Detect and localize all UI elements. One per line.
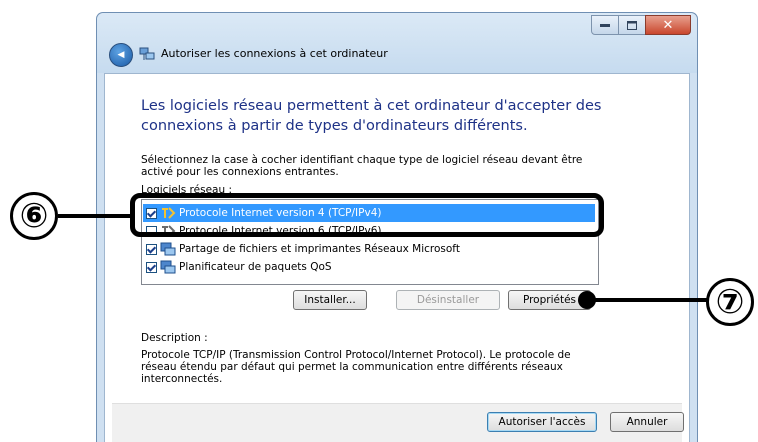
close-icon: ✕	[662, 17, 674, 33]
description-text: Protocole TCP/IP (Transmission Control P…	[141, 349, 571, 385]
maximize-button[interactable]	[618, 15, 646, 35]
network-icon	[139, 47, 155, 60]
close-button[interactable]: ✕	[645, 15, 691, 35]
step-6-marker: ⑥	[10, 192, 58, 240]
network-service-icon	[160, 260, 176, 274]
network-service-icon	[160, 242, 176, 256]
window-controls: ✕	[591, 15, 691, 35]
minimize-icon	[600, 24, 610, 27]
dialog-footer: Autoriser l'accès Annuler	[112, 403, 684, 442]
checkbox[interactable]	[146, 261, 157, 273]
list-item[interactable]: Partage de fichiers et imprimantes Résea…	[143, 240, 595, 258]
back-arrow-icon: ◀	[117, 50, 125, 60]
minimize-button[interactable]	[591, 15, 619, 35]
allow-access-button[interactable]: Autoriser l'accès	[487, 412, 597, 432]
list-item-label: Partage de fichiers et imprimantes Résea…	[179, 243, 460, 255]
dialog-content: Les logiciels réseau permettent à cet or…	[104, 73, 690, 442]
back-button[interactable]: ◀	[109, 43, 133, 67]
marker-7-leader	[590, 298, 712, 302]
instructions-text: Sélectionnez la case à cocher identifian…	[141, 154, 583, 178]
page-heading: Les logiciels réseau permettent à cet or…	[141, 98, 602, 134]
maximize-icon	[627, 20, 637, 30]
install-button[interactable]: Installer...	[293, 290, 367, 310]
list-item-label: Planificateur de paquets QoS	[179, 261, 332, 273]
cancel-button[interactable]: Annuler	[610, 412, 684, 432]
highlight-frame	[130, 193, 604, 237]
marker-6-leader	[58, 214, 132, 218]
list-item[interactable]: Planificateur de paquets QoS	[143, 258, 595, 276]
description-label: Description :	[141, 332, 208, 344]
step-7-marker: ⑦	[706, 278, 754, 326]
title-bar: ✕ ◀ Autoriser les connexions à cet ordin…	[97, 13, 697, 73]
uninstall-button[interactable]: Désinstaller	[396, 290, 500, 310]
window-title: Autoriser les connexions à cet ordinateu…	[161, 47, 388, 60]
checkbox[interactable]	[146, 243, 157, 255]
